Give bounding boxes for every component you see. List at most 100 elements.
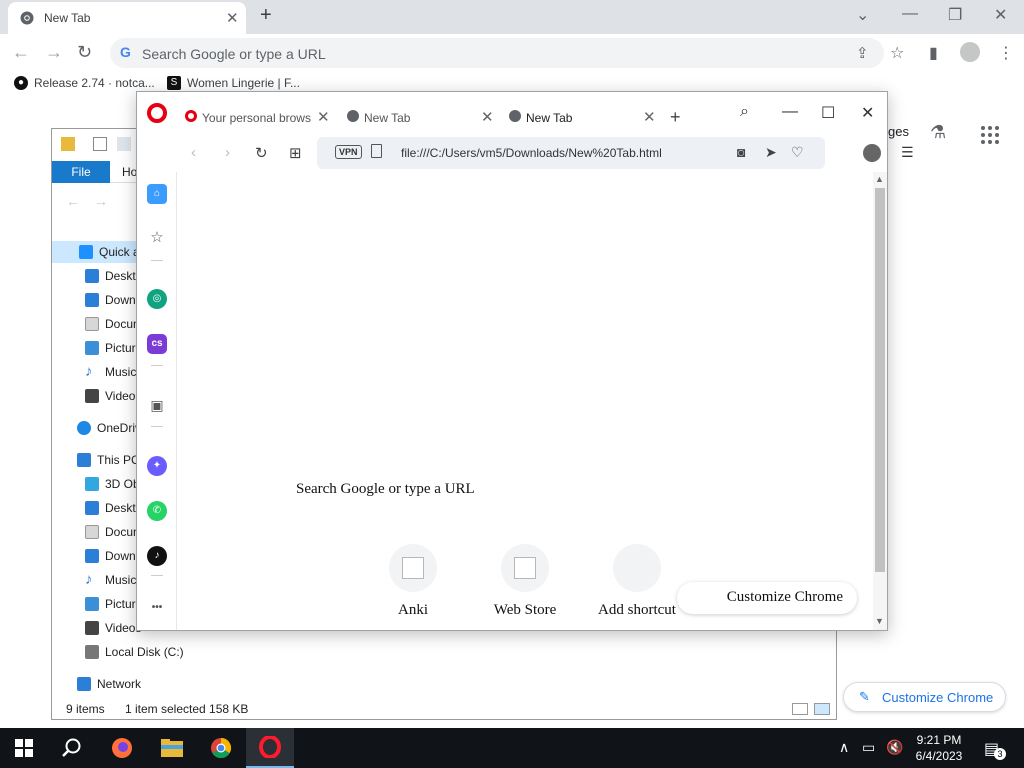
bookmarks-star-icon[interactable]: ☆ xyxy=(147,228,167,248)
page-search-text[interactable]: Search Google or type a URL xyxy=(296,481,475,498)
tree-item-this-pc[interactable]: This PC xyxy=(77,449,140,471)
opera-address-bar[interactable]: VPN file:///C:/Users/vm5/Downloads/New%2… xyxy=(317,137,825,169)
opera-scrollbar[interactable]: ▲ ▼ xyxy=(873,172,887,630)
close-window-icon[interactable]: ✕ xyxy=(994,5,1007,25)
close-tab-icon[interactable]: ✕ xyxy=(226,9,239,27)
customize-chrome-button[interactable]: Customize Chrome xyxy=(677,582,857,614)
clock-time: 9:21 PM xyxy=(916,733,962,747)
tree-item-documents-pc[interactable]: Docun xyxy=(85,521,140,543)
opera-search-icon[interactable]: ⌕ xyxy=(740,103,749,121)
opera-logo-icon[interactable] xyxy=(147,103,167,123)
close-tab-icon[interactable]: ✕ xyxy=(643,108,656,126)
chatgpt-icon[interactable]: ◎ xyxy=(147,289,167,309)
explorer-nav-arrows[interactable]: ←→ xyxy=(66,193,122,209)
close-tab-icon[interactable]: ✕ xyxy=(317,108,330,126)
opera-reload-icon[interactable]: ↻ xyxy=(255,144,268,162)
volume-muted-icon[interactable]: 🔇 xyxy=(886,739,903,756)
tree-item-pictures[interactable]: Pictur xyxy=(85,337,136,359)
shortcut-add[interactable]: Add shortcut xyxy=(587,544,687,619)
new-folder-icon[interactable] xyxy=(117,137,131,151)
opera-back-icon[interactable]: ‹ xyxy=(191,144,196,161)
tree-item-desktop[interactable]: Deskto xyxy=(85,265,142,287)
restore-icon[interactable]: ❐ xyxy=(948,5,962,25)
vpn-badge[interactable]: VPN xyxy=(335,145,362,159)
heart-icon[interactable]: ♡ xyxy=(791,144,804,161)
document-icon xyxy=(85,525,99,539)
tree-item-downloads-pc[interactable]: Down xyxy=(85,545,136,567)
shortcut-web-store[interactable]: Web Store xyxy=(475,544,575,619)
send-icon[interactable]: ➤ xyxy=(765,144,777,161)
tree-item-downloads[interactable]: Down xyxy=(85,289,136,311)
labs-flask-icon[interactable]: ⚗ xyxy=(930,122,946,143)
back-icon[interactable]: ← xyxy=(12,42,30,63)
opera-new-tab-button[interactable]: + xyxy=(670,107,681,128)
scroll-thumb[interactable] xyxy=(875,188,885,572)
start-button[interactable] xyxy=(0,728,48,768)
search-button[interactable] xyxy=(48,728,96,768)
bookmark-release[interactable]: ● Release 2.74 · notca... xyxy=(14,76,155,90)
share-icon[interactable]: ⇪ xyxy=(856,44,869,62)
opera-maximize-icon[interactable]: ☐ xyxy=(821,103,835,123)
ribbon-file-tab[interactable]: File xyxy=(52,161,110,183)
tree-item-pictures-pc[interactable]: Pictur xyxy=(85,593,136,615)
taskbar-firefox[interactable] xyxy=(98,728,146,768)
bookmark-women-lingerie[interactable]: S Women Lingerie | F... xyxy=(167,76,300,90)
opera-tab-personal-browser[interactable]: Your personal brows ✕ xyxy=(185,106,335,132)
snapshot-camera-icon[interactable]: ◙ xyxy=(737,144,745,160)
taskbar-file-explorer[interactable] xyxy=(148,728,196,768)
tree-item-videos-pc[interactable]: Videos xyxy=(85,617,141,639)
tree-item-documents[interactable]: Docun xyxy=(85,313,140,335)
opera-close-icon[interactable]: ✕ xyxy=(861,103,874,123)
properties-check-icon[interactable] xyxy=(93,137,107,151)
easy-setup-icon[interactable]: ☰ xyxy=(901,144,914,161)
chrome-menu-icon[interactable]: ⋮ xyxy=(998,43,1014,63)
large-icons-view-icon[interactable] xyxy=(814,703,830,715)
details-view-icon[interactable] xyxy=(792,703,808,715)
tree-item-music[interactable]: ♪ Music xyxy=(85,361,136,383)
tiktok-icon[interactable]: ♪ xyxy=(147,546,167,566)
tabs-grid-icon[interactable]: ⊞ xyxy=(289,144,302,162)
tray-overflow-icon[interactable]: ∧ xyxy=(839,739,849,756)
images-link-partial[interactable]: ges xyxy=(888,124,909,139)
taskbar-opera[interactable] xyxy=(246,728,294,768)
side-panel-icon[interactable]: ▮ xyxy=(929,43,938,63)
taskbar-chrome[interactable] xyxy=(197,728,245,768)
chrome-tab-new-tab[interactable]: New Tab ✕ xyxy=(8,2,246,34)
profile-avatar-icon[interactable] xyxy=(960,42,980,62)
minimize-icon[interactable]: — xyxy=(902,5,918,23)
tree-item-onedrive[interactable]: OneDriv xyxy=(77,417,141,439)
opera-url-text[interactable]: file:///C:/Users/vm5/Downloads/New%20Tab… xyxy=(401,146,662,160)
pc-icon xyxy=(77,453,91,467)
shopping-bag-icon[interactable]: ▣ xyxy=(147,395,167,415)
bookmark-star-icon[interactable]: ☆ xyxy=(890,43,904,63)
scroll-down-icon[interactable]: ▼ xyxy=(875,616,884,626)
close-tab-icon[interactable]: ✕ xyxy=(481,108,494,126)
forward-icon[interactable]: → xyxy=(45,42,63,63)
taskbar-clock[interactable]: 9:21 PM 6/4/2023 xyxy=(906,732,972,764)
more-dots-icon[interactable]: ••• xyxy=(147,598,167,618)
opera-profile-icon[interactable] xyxy=(863,144,881,162)
tree-item-desktop-pc[interactable]: Deskto xyxy=(85,497,142,519)
opera-tab-new-tab-active[interactable]: New Tab ✕ xyxy=(509,106,661,132)
opera-tab-new-tab-1[interactable]: New Tab ✕ xyxy=(347,106,497,132)
new-tab-button[interactable]: + xyxy=(260,4,272,27)
whatsapp-icon[interactable]: ✆ xyxy=(147,501,167,521)
opera-minimize-icon[interactable]: — xyxy=(782,103,798,121)
home-icon[interactable]: ⌂ xyxy=(147,184,167,204)
chrome-customize-button[interactable]: ✎ Customize Chrome xyxy=(843,682,1006,712)
chatsonic-icon[interactable]: cs xyxy=(147,334,167,354)
shortcut-anki[interactable]: Anki xyxy=(363,544,463,619)
opera-forward-icon[interactable]: › xyxy=(225,144,230,161)
network-tray-icon[interactable]: ▭ xyxy=(862,739,875,756)
scroll-up-icon[interactable]: ▲ xyxy=(875,174,884,184)
tree-item-local-disk[interactable]: Local Disk (C:) xyxy=(85,641,184,663)
chrome-omnibox[interactable]: G Search Google or type a URL ⇪ xyxy=(110,38,884,68)
reload-icon[interactable]: ↻ xyxy=(77,42,92,63)
apps-grid-icon[interactable] xyxy=(980,125,1000,145)
tree-item-3d-objects[interactable]: 3D Ob xyxy=(85,473,140,495)
tree-item-network[interactable]: Network xyxy=(77,673,141,695)
messenger-icon[interactable]: ✦ xyxy=(147,456,167,476)
tab-search-icon[interactable]: ⌄ xyxy=(856,5,869,25)
tree-item-videos[interactable]: Video xyxy=(85,385,135,407)
tree-item-music-pc[interactable]: ♪ Music xyxy=(85,569,136,591)
